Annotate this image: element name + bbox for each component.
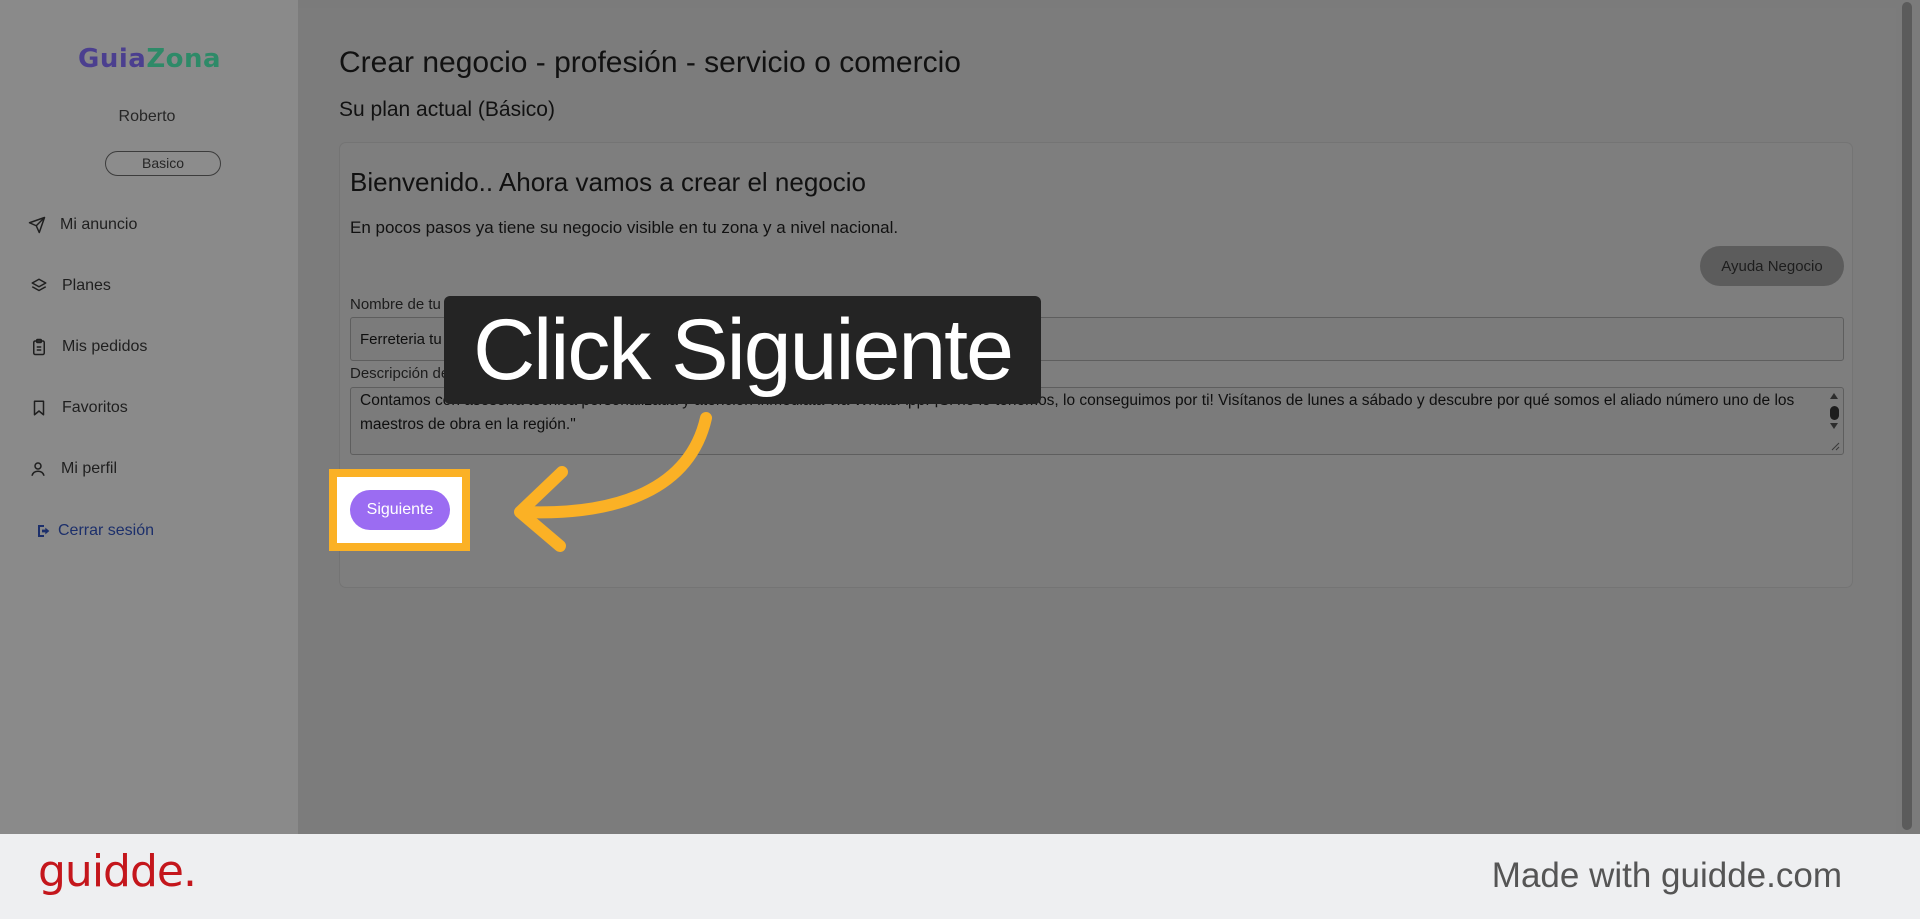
clipboard-icon [33, 338, 45, 356]
current-plan-text: Su plan actual (Básico) [339, 98, 555, 121]
scroll-thumb[interactable] [1830, 406, 1839, 420]
user-icon [31, 462, 45, 476]
tutorial-callout: Click Siguiente [444, 296, 1041, 404]
footer-bar: guidde. Made with guidde.com [0, 834, 1920, 919]
sidebar-item-planes[interactable]: Planes [30, 274, 111, 298]
sidebar: GuiaZona Roberto Basico Mi anuncio Plane… [0, 0, 298, 834]
sidebar-item-label: Mi anuncio [60, 216, 138, 233]
sidebar-item-label: Planes [62, 277, 111, 294]
resize-grip-icon[interactable] [1830, 441, 1840, 451]
logout-icon [38, 525, 50, 537]
sidebar-item-mis-pedidos[interactable]: Mis pedidos [30, 335, 147, 359]
sidebar-item-label: Mi perfil [61, 460, 118, 477]
sidebar-item-mi-perfil[interactable]: Mi perfil [29, 457, 117, 481]
made-with-text: Made with guidde.com [1491, 856, 1842, 895]
next-button[interactable]: Siguiente [350, 490, 450, 530]
card-title: Bienvenido.. Ahora vamos a crear el nego… [350, 167, 866, 197]
sidebar-item-label: Favoritos [62, 399, 128, 416]
send-icon [28, 216, 46, 234]
page-title: Crear negocio - profesión - servicio o c… [339, 46, 961, 79]
sidebar-item-favoritos[interactable]: Favoritos [30, 396, 128, 420]
pointer-arrow-icon [514, 412, 712, 552]
page-scroll-thumb[interactable] [1902, 2, 1912, 830]
app-window: GuiaZona Roberto Basico Mi anuncio Plane… [0, 0, 1920, 834]
help-business-button[interactable]: Ayuda Negocio [1700, 246, 1844, 286]
sidebar-item-label: Mis pedidos [62, 338, 148, 355]
plan-badge: Basico [105, 151, 221, 176]
brand-logo: guidde. [38, 846, 197, 897]
page-scrollbar[interactable] [1896, 0, 1920, 834]
layers-icon [31, 278, 47, 292]
card-subtitle: En pocos pasos ya tiene su negocio visib… [350, 218, 899, 237]
scroll-up-icon[interactable] [1830, 393, 1838, 399]
scroll-down-icon[interactable] [1830, 423, 1838, 429]
bookmark-icon [33, 400, 45, 416]
sidebar-item-mi-anuncio[interactable]: Mi anuncio [28, 213, 137, 237]
logo: GuiaZona [78, 44, 222, 74]
user-name: Roberto [118, 108, 176, 125]
logout-link[interactable]: Cerrar sesión [36, 522, 154, 540]
